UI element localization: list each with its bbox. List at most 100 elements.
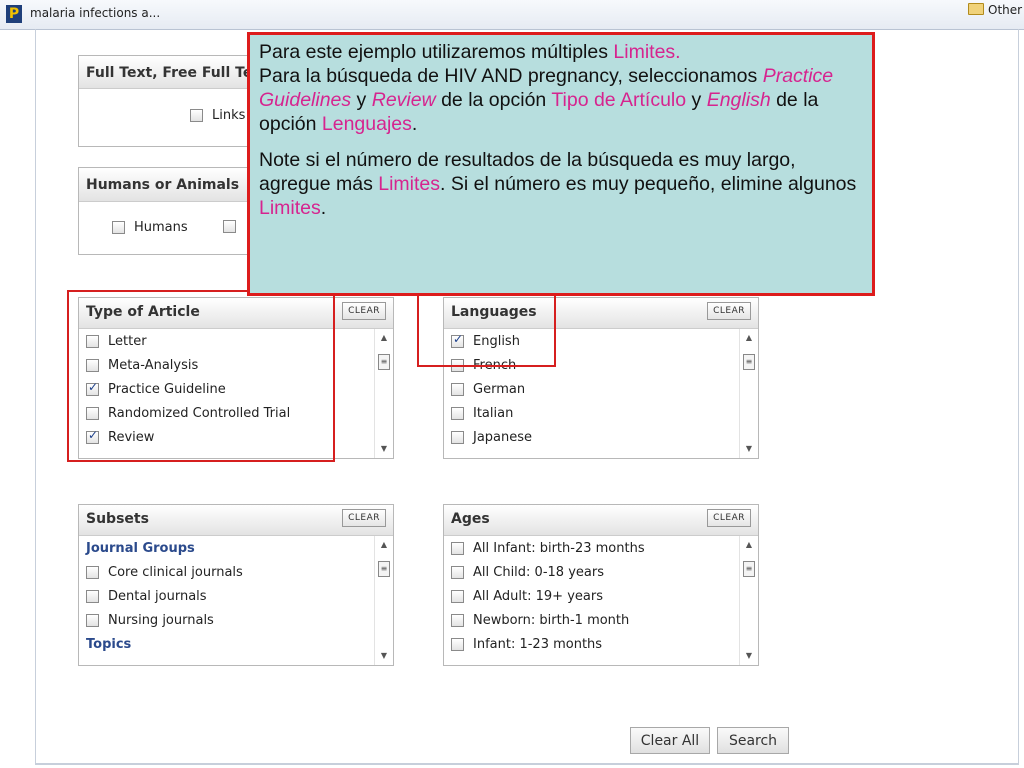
other-bookmarks-label: Other [988, 3, 1023, 17]
list-item[interactable]: Core clinical journals [79, 560, 375, 584]
links-checkbox[interactable] [190, 109, 203, 122]
callout-text: de la opción [435, 89, 552, 111]
callout-highlight: English [706, 89, 771, 111]
scroll-down-arrow-icon[interactable]: ▼ [740, 649, 758, 663]
scroll-thumb[interactable]: ≡ [378, 561, 390, 577]
languages-clear-button[interactable]: CLEAR [707, 302, 751, 320]
item-label: Italian [473, 405, 514, 421]
callout-text: y [686, 89, 707, 111]
callout-text: Para este ejemplo utilizaremos múltiples [259, 41, 614, 63]
animals-option[interactable] [223, 220, 245, 233]
list-item[interactable]: All Child: 0-18 years [444, 560, 740, 584]
ages-list: All Infant: birth-23 months All Child: 0… [444, 536, 740, 665]
item-label: All Child: 0-18 years [473, 564, 604, 580]
checkbox[interactable] [86, 565, 99, 579]
scroll-up-arrow-icon[interactable]: ▲ [375, 538, 393, 552]
scrollbar[interactable]: ▲ ≡ ▼ [374, 329, 393, 458]
humans-title: Humans or Animals [86, 177, 240, 193]
scroll-thumb[interactable]: ≡ [743, 354, 755, 370]
item-label: German [473, 381, 526, 397]
ages-header: Ages CLEAR [444, 505, 758, 536]
callout-highlight: Limites [259, 197, 321, 219]
checkbox[interactable] [86, 589, 99, 603]
topics-header: Topics [86, 636, 132, 652]
animals-checkbox[interactable] [223, 220, 236, 233]
checkbox[interactable] [451, 406, 464, 420]
checkbox[interactable] [451, 541, 464, 555]
checkbox[interactable] [451, 589, 464, 603]
item-label: Infant: 1-23 months [473, 636, 603, 652]
list-item[interactable]: Newborn: birth-1 month [444, 608, 740, 632]
fulltext-title: Full Text, Free Full Te [86, 65, 253, 81]
item-label: Nursing journals [108, 612, 214, 628]
list-item[interactable]: Japanese [444, 425, 740, 449]
scroll-up-arrow-icon[interactable]: ▲ [375, 331, 393, 345]
callout-highlight: Limites [378, 173, 441, 195]
scroll-down-arrow-icon[interactable]: ▼ [740, 442, 758, 456]
callout-paragraph-2: Note si el número de resultados de la bú… [259, 148, 863, 220]
clear-all-button[interactable]: Clear All [630, 727, 710, 754]
english-highlight [417, 294, 556, 367]
pubmed-logo-icon: P [6, 5, 22, 23]
scroll-up-arrow-icon[interactable]: ▲ [740, 331, 758, 345]
scroll-thumb[interactable]: ≡ [378, 354, 390, 370]
scrollbar[interactable]: ▲ ≡ ▼ [374, 536, 393, 665]
callout-paragraph-1: Para este ejemplo utilizaremos múltiples… [259, 40, 863, 136]
humans-option[interactable]: Humans [112, 220, 188, 235]
list-item[interactable]: Dental journals [79, 584, 375, 608]
list-item[interactable]: Nursing journals [79, 608, 375, 632]
folder-icon [968, 3, 984, 15]
subsets-panel: Subsets CLEAR Journal Groups Core clinic… [78, 504, 394, 666]
scroll-up-arrow-icon[interactable]: ▲ [740, 538, 758, 552]
checkbox[interactable] [451, 565, 464, 579]
scroll-down-arrow-icon[interactable]: ▼ [375, 649, 393, 663]
fulltext-option-links[interactable]: Links [190, 108, 245, 123]
callout-text: Para la búsqueda de HIV AND pregnancy, s… [259, 65, 763, 87]
list-item[interactable]: All Adult: 19+ years [444, 584, 740, 608]
subsets-clear-button[interactable]: CLEAR [342, 509, 386, 527]
other-bookmarks[interactable]: Other [968, 3, 1022, 23]
subsets-list: Journal Groups Core clinical journals De… [79, 536, 375, 665]
item-label: Newborn: birth-1 month [473, 612, 630, 628]
journal-groups-header: Journal Groups [86, 540, 195, 556]
search-button[interactable]: Search [717, 727, 789, 754]
humans-checkbox[interactable] [112, 221, 125, 234]
checkbox[interactable] [86, 613, 99, 627]
ages-title: Ages [451, 511, 490, 527]
ages-clear-button[interactable]: CLEAR [707, 509, 751, 527]
subsets-header: Subsets CLEAR [79, 505, 393, 536]
list-item[interactable]: Infant: 1-23 months [444, 632, 740, 656]
callout-highlight: Review [371, 89, 436, 111]
scroll-down-arrow-icon[interactable]: ▼ [375, 442, 393, 456]
subsets-title: Subsets [86, 511, 149, 527]
checkbox[interactable] [451, 430, 464, 444]
bookmarks-bar: P malaria infections a... Other [0, 0, 1024, 30]
ages-panel: Ages CLEAR All Infant: birth-23 months A… [443, 504, 759, 666]
checkbox[interactable] [451, 613, 464, 627]
item-label: Japanese [473, 429, 533, 445]
links-label: Links [212, 108, 246, 123]
item-label: Dental journals [108, 588, 207, 604]
type-of-article-clear-button[interactable]: CLEAR [342, 302, 386, 320]
scrollbar[interactable]: ▲ ≡ ▼ [739, 329, 758, 458]
callout-highlight: Tipo de Artículo [551, 89, 687, 111]
scroll-thumb[interactable]: ≡ [743, 561, 755, 577]
instruction-callout: Para este ejemplo utilizaremos múltiples… [247, 32, 875, 296]
callout-text: . [320, 197, 327, 219]
callout-text: y [351, 89, 372, 111]
scrollbar[interactable]: ▲ ≡ ▼ [739, 536, 758, 665]
humans-label: Humans [134, 220, 188, 235]
callout-text: . [411, 113, 418, 135]
list-item[interactable]: Italian [444, 401, 740, 425]
checkbox[interactable] [451, 637, 464, 651]
item-label: Core clinical journals [108, 564, 243, 580]
type-of-article-highlight [67, 290, 335, 462]
list-item[interactable]: German [444, 377, 740, 401]
bookmark-tab[interactable]: malaria infections a... [30, 6, 160, 20]
callout-highlight: Limites. [613, 41, 681, 63]
checkbox[interactable] [451, 382, 464, 396]
item-label: All Adult: 19+ years [473, 588, 603, 604]
callout-highlight: Lenguajes [321, 113, 412, 135]
list-item[interactable]: All Infant: birth-23 months [444, 536, 740, 560]
callout-text: . Si el número es muy pequeño, elimine a… [440, 173, 857, 195]
